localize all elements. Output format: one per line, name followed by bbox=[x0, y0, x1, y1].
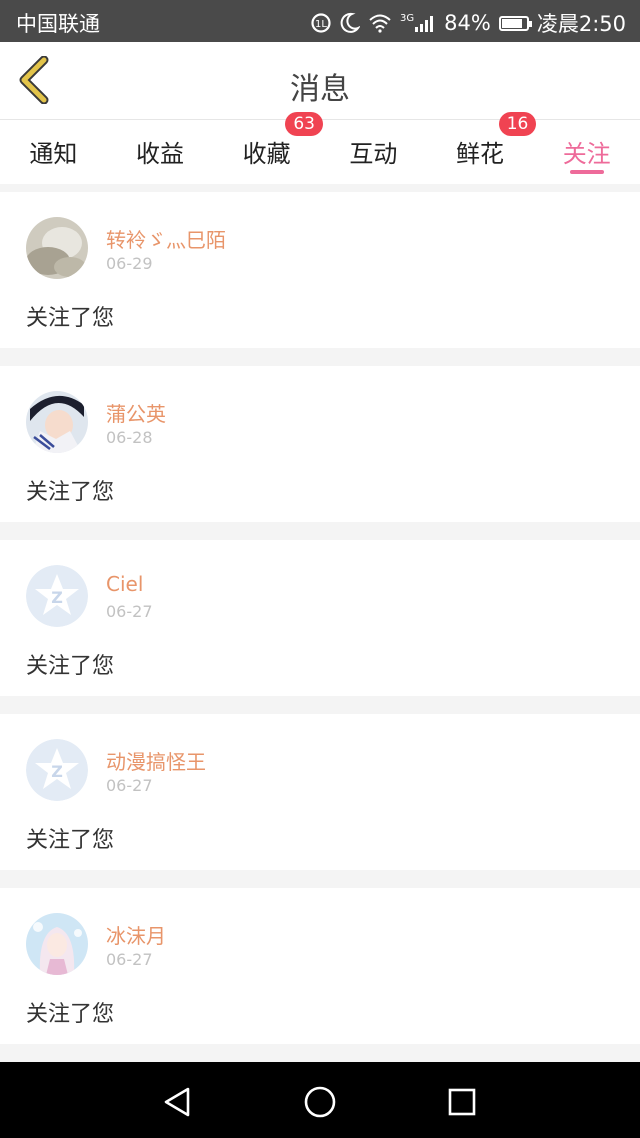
tab-notifications[interactable]: 通知 bbox=[0, 120, 107, 184]
carrier-label: 中国联通 bbox=[16, 12, 100, 36]
clock: 凌晨2:50 bbox=[536, 12, 626, 36]
tab-label: 鲜花 bbox=[456, 140, 505, 168]
photo-avatar-icon bbox=[26, 913, 88, 975]
date: 06-29 bbox=[106, 254, 153, 273]
tab-bar: 通知 收益 收藏 63 互动 鲜花 16 关注 bbox=[0, 112, 640, 184]
tab-interactions[interactable]: 互动 bbox=[320, 120, 427, 184]
tab-flowers[interactable]: 鲜花 16 bbox=[427, 112, 537, 184]
favorites-count-badge: 63 bbox=[285, 112, 323, 136]
nav-home-button[interactable] bbox=[302, 1084, 338, 1120]
list-item[interactable]: 蒲公英 06-28 关注了您 bbox=[0, 366, 640, 522]
date: 06-28 bbox=[106, 428, 153, 447]
tab-earnings[interactable]: 收益 bbox=[107, 120, 214, 184]
notification-list: 转袊ゞ灬巳陌 06-29 关注了您 蒲公英 06-28 关注了您 Z Ciel bbox=[0, 192, 640, 1062]
list-item[interactable]: 转袊ゞ灬巳陌 06-29 关注了您 bbox=[0, 192, 640, 348]
photo-avatar-icon bbox=[26, 217, 88, 279]
svg-text:Z: Z bbox=[51, 588, 63, 607]
svg-text:Z: Z bbox=[51, 762, 63, 781]
square-recents-icon bbox=[448, 1088, 476, 1116]
message-text: 关注了您 bbox=[26, 1002, 115, 1027]
status-icons: 1L 3G 84% 凌晨2:50 bbox=[310, 8, 626, 38]
flowers-count-badge: 16 bbox=[498, 112, 537, 136]
avatar[interactable]: Z bbox=[26, 565, 88, 627]
tab-label: 通知 bbox=[29, 140, 78, 168]
default-star-avatar-icon: Z bbox=[26, 739, 88, 801]
message-text: 关注了您 bbox=[26, 828, 115, 853]
avatar[interactable] bbox=[26, 217, 88, 279]
battery-icon bbox=[498, 15, 532, 31]
username[interactable]: 冰沫月 bbox=[106, 920, 166, 949]
avatar[interactable] bbox=[26, 391, 88, 453]
list-item[interactable]: Z 动漫搞怪王 06-27 关注了您 bbox=[0, 714, 640, 870]
tab-favorites[interactable]: 收藏 63 bbox=[213, 112, 323, 184]
header: 消息 bbox=[0, 42, 640, 120]
data-saver-icon: 1L bbox=[311, 13, 331, 33]
moon-icon bbox=[340, 12, 361, 33]
list-item[interactable]: Z Ciel 06-27 关注了您 bbox=[0, 540, 640, 696]
username[interactable]: 动漫搞怪王 bbox=[106, 746, 206, 775]
tab-following[interactable]: 关注 bbox=[533, 120, 640, 184]
tab-label: 互动 bbox=[349, 140, 398, 168]
default-star-avatar-icon: Z bbox=[26, 565, 88, 627]
nav-back-button[interactable] bbox=[160, 1084, 196, 1120]
message-text: 关注了您 bbox=[26, 480, 115, 505]
tab-label: 收益 bbox=[136, 140, 184, 168]
nav-recents-button[interactable] bbox=[444, 1084, 480, 1120]
tab-label: 关注 bbox=[562, 140, 611, 168]
avatar[interactable]: Z bbox=[26, 739, 88, 801]
username[interactable]: Ciel bbox=[106, 572, 143, 596]
username[interactable]: 转袊ゞ灬巳陌 bbox=[106, 224, 226, 253]
message-text: 关注了您 bbox=[26, 654, 115, 679]
signal-type-label: 3G bbox=[400, 12, 415, 24]
date: 06-27 bbox=[106, 602, 153, 621]
system-nav-bar bbox=[0, 1062, 640, 1138]
triangle-back-icon bbox=[164, 1087, 190, 1117]
tab-label: 收藏 bbox=[242, 140, 291, 168]
page-title: 消息 bbox=[290, 72, 350, 107]
avatar[interactable] bbox=[26, 913, 88, 975]
cell-signal-icon bbox=[415, 16, 434, 32]
wifi-icon bbox=[369, 14, 391, 33]
username[interactable]: 蒲公英 bbox=[106, 398, 166, 427]
svg-text:1L: 1L bbox=[315, 19, 327, 30]
list-item[interactable]: 冰沫月 06-27 关注了您 bbox=[0, 888, 640, 1044]
battery-percent: 84% bbox=[444, 11, 491, 35]
date: 06-27 bbox=[106, 950, 153, 969]
date: 06-27 bbox=[106, 776, 153, 795]
status-bar: 中国联通 1L 3G 84% 凌晨2:50 bbox=[0, 0, 640, 42]
photo-avatar-icon bbox=[26, 391, 88, 453]
message-text: 关注了您 bbox=[26, 306, 115, 331]
circle-home-icon bbox=[304, 1086, 336, 1118]
active-tab-indicator bbox=[569, 170, 604, 174]
